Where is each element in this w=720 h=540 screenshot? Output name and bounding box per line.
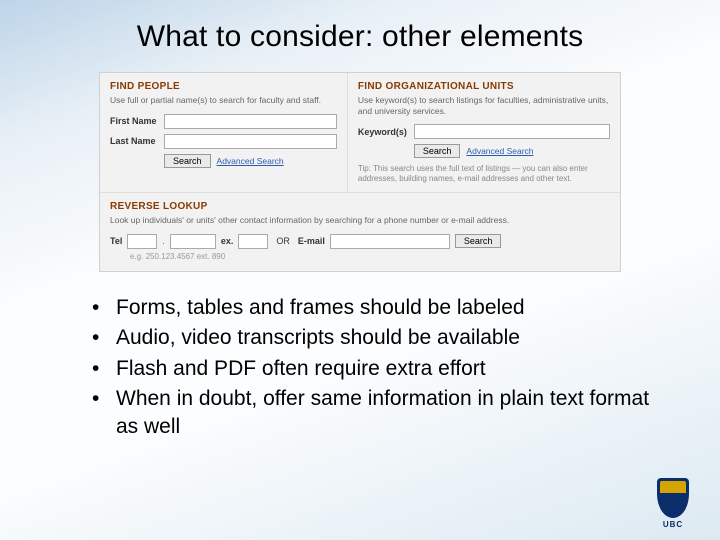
find-org-desc: Use keyword(s) to search listings for fa… [358,95,610,116]
bullet-text: When in doubt, offer same information in… [116,385,672,442]
keyword-input[interactable] [414,124,610,139]
last-name-label: Last Name [110,136,164,146]
tel-ext-input[interactable] [238,234,268,249]
bullet-text: Audio, video transcripts should be avail… [116,324,672,352]
bullet-item: •Audio, video transcripts should be avai… [92,324,672,352]
slide-title: What to consider: other elements [48,20,672,54]
bullet-dot-icon: • [92,324,116,352]
reverse-desc: Look up individuals' or units' other con… [110,215,610,226]
bullet-text: Forms, tables and frames should be label… [116,294,672,322]
ext-label: ex. [221,236,234,246]
people-search-button[interactable]: Search [164,154,211,168]
bullet-text: Flash and PDF often require extra effort [116,355,672,383]
keyword-label: Keyword(s) [358,127,414,137]
org-search-button[interactable]: Search [414,144,461,158]
bullet-dot-icon: • [92,294,116,322]
bullet-item: •Flash and PDF often require extra effor… [92,355,672,383]
last-name-input[interactable] [164,134,337,149]
first-name-input[interactable] [164,114,337,129]
reverse-search-button[interactable]: Search [455,234,502,248]
bullet-dot-icon: • [92,355,116,383]
reverse-header: REVERSE LOOKUP [110,201,610,212]
bullet-item: •When in doubt, offer same information i… [92,385,672,442]
form-screenshot: FIND PEOPLE Use full or partial name(s) … [99,72,621,272]
find-org-section: FIND ORGANIZATIONAL UNITS Use keyword(s)… [348,73,620,192]
bullet-dot-icon: • [92,385,116,442]
bullet-item: •Forms, tables and frames should be labe… [92,294,672,322]
org-tip: Tip: This search uses the full text of l… [358,164,610,184]
tel-example: e.g. 250.123.4567 ext. 890 [110,252,610,261]
people-advanced-link[interactable]: Advanced Search [217,156,284,166]
bullet-list: •Forms, tables and frames should be labe… [92,294,672,442]
ubc-logo: UBC [654,478,692,526]
find-people-section: FIND PEOPLE Use full or partial name(s) … [100,73,348,192]
logo-text: UBC [654,520,692,529]
or-text: OR [276,236,290,246]
email-input[interactable] [330,234,450,249]
reverse-lookup-section: REVERSE LOOKUP Look up individuals' or u… [100,192,620,271]
tel-number-input[interactable] [170,234,216,249]
tel-label: Tel [110,236,122,246]
org-advanced-link[interactable]: Advanced Search [466,146,533,156]
find-org-header: FIND ORGANIZATIONAL UNITS [358,81,610,92]
first-name-label: First Name [110,116,164,126]
tel-area-input[interactable] [127,234,157,249]
find-people-header: FIND PEOPLE [110,81,337,92]
email-label: E-mail [298,236,325,246]
find-people-desc: Use full or partial name(s) to search fo… [110,95,337,106]
shield-icon [657,478,689,518]
